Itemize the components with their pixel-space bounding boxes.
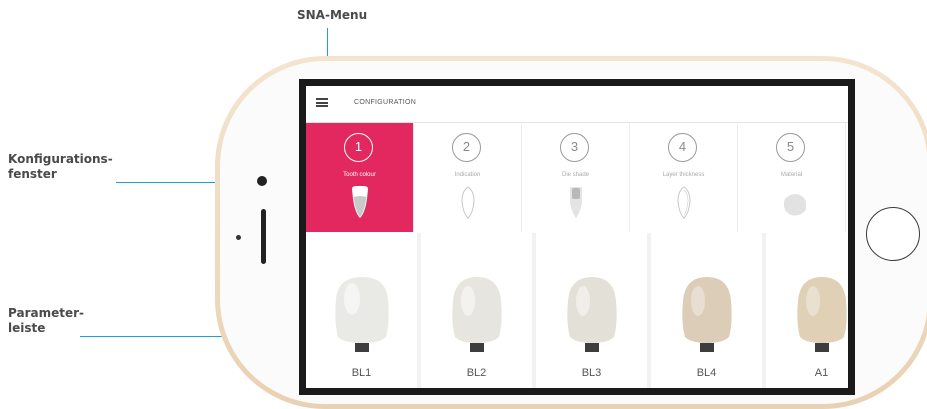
layer-outline-icon xyxy=(677,186,691,219)
proximity-sensor xyxy=(236,235,241,240)
shade-label: BL1 xyxy=(351,367,372,379)
page-title: CONFIGURATION xyxy=(354,99,417,106)
step-material[interactable]: 5 Material xyxy=(738,123,846,232)
step-label: Material xyxy=(780,172,803,178)
step-label: Layer thickness xyxy=(662,172,705,178)
callout-sna-menu: SNA-Menu xyxy=(297,8,368,22)
shade-label: BL3 xyxy=(581,367,602,379)
home-button[interactable] xyxy=(866,207,920,261)
material-blob-icon xyxy=(783,194,806,216)
crown-outline-icon xyxy=(461,186,475,219)
shade-card-bl4[interactable]: BL4 xyxy=(651,233,762,388)
step-tooth-colour[interactable]: 1 Tooth colour xyxy=(306,123,414,232)
tooth-shade-icon xyxy=(452,277,502,352)
tooth-shade-icon xyxy=(682,277,732,352)
step-indication[interactable]: 2 Indication xyxy=(414,123,522,232)
step-number: 2 xyxy=(452,133,481,162)
earpiece-speaker xyxy=(261,209,266,264)
shade-label: BL2 xyxy=(466,367,487,379)
tooth-shade-icon xyxy=(335,277,389,352)
configuration-window: 1 Tooth colour 2 Indication 3 Die shade xyxy=(306,123,848,232)
callout-config-window-line2: fenster xyxy=(8,167,57,181)
shade-label: A1 xyxy=(814,367,829,379)
step-label: Tooth colour xyxy=(343,172,376,178)
configurator-app: CONFIGURATION 1 Tooth colour 2 Indicatio… xyxy=(306,86,848,388)
tooth-shade-icon xyxy=(797,277,847,352)
callout-param-bar-line2: leiste xyxy=(8,321,46,335)
shade-card-bl3[interactable]: BL3 xyxy=(536,233,647,388)
tooth-icon xyxy=(352,186,368,218)
callout-config-window-line1: Konfigurations- xyxy=(8,152,113,166)
callout-config-window: Konfigurations- fenster xyxy=(8,152,113,182)
front-camera xyxy=(257,176,267,186)
step-number: 5 xyxy=(776,133,805,162)
shade-label: BL4 xyxy=(696,367,717,379)
die-icon xyxy=(570,187,582,218)
shade-card-a1[interactable]: A1 xyxy=(766,233,848,388)
step-number: 3 xyxy=(560,133,589,162)
parameter-bar: BL1 BL2 BL3 BL4 A1 xyxy=(306,233,848,388)
app-header: CONFIGURATION xyxy=(306,86,848,123)
step-number: 4 xyxy=(668,133,697,162)
step-number: 1 xyxy=(344,133,373,162)
phone-screen: CONFIGURATION 1 Tooth colour 2 Indicatio… xyxy=(299,79,855,395)
step-label: Indication xyxy=(454,172,481,178)
shade-card-bl1[interactable]: BL1 xyxy=(306,233,417,388)
tooth-shade-icon xyxy=(567,277,617,352)
callout-param-bar-line1: Parameter- xyxy=(8,306,85,320)
hamburger-menu-icon[interactable] xyxy=(316,98,328,107)
step-die-shade[interactable]: 3 Die shade xyxy=(522,123,630,232)
step-label: Die shade xyxy=(561,172,590,178)
shade-card-bl2[interactable]: BL2 xyxy=(421,233,532,388)
callout-param-bar: Parameter- leiste xyxy=(8,306,84,336)
step-layer-thickness[interactable]: 4 Layer thickness xyxy=(630,123,738,232)
